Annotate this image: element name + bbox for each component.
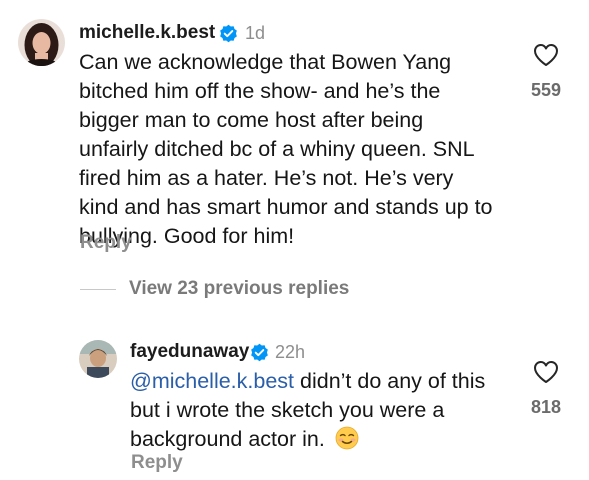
comment-line-rest: didn’t do any of this bbox=[294, 369, 486, 393]
comment-line: fired him as a hater. He’s not. He’s ver… bbox=[79, 166, 454, 190]
comment-line: bitched him off the show- and he’s the bbox=[79, 79, 441, 103]
comment-time: 1d bbox=[245, 23, 266, 43]
reply-button[interactable]: Reply bbox=[80, 232, 132, 254]
smiling-face-emoji-icon bbox=[335, 426, 359, 450]
comment-line: unfairly ditched bc of a whiny queen. SN… bbox=[79, 137, 475, 161]
comment-text: Can we acknowledge that Bowen Yang bitch… bbox=[79, 48, 493, 251]
comment-line: bullying. Good for him! bbox=[79, 224, 295, 248]
comment-line-text: background actor in. bbox=[130, 427, 325, 451]
view-previous-replies-button[interactable]: View 23 previous replies bbox=[129, 278, 349, 300]
comment-line: Can we acknowledge that Bowen Yang bbox=[79, 50, 452, 74]
comment-time: 22h bbox=[275, 342, 306, 362]
comment-line: but i wrote the sketch you were a bbox=[130, 398, 445, 422]
avatar[interactable] bbox=[79, 340, 117, 378]
replies-divider bbox=[80, 289, 116, 290]
verified-badge-icon bbox=[251, 343, 268, 362]
heart-outline-icon[interactable] bbox=[533, 43, 559, 67]
like-count: 559 bbox=[530, 80, 562, 100]
avatar[interactable] bbox=[18, 19, 65, 66]
verified-badge-icon bbox=[220, 24, 237, 43]
comment-line: @michelle.k.best didn’t do any of this bbox=[130, 367, 485, 396]
comment-text: @michelle.k.best didn’t do any of this b… bbox=[130, 367, 485, 454]
reply-button[interactable]: Reply bbox=[131, 452, 183, 474]
comment-username[interactable]: fayedunaway bbox=[130, 341, 249, 363]
comment-line: bigger man to come host after being bbox=[79, 108, 424, 132]
like-count: 818 bbox=[530, 397, 562, 417]
comment-username[interactable]: michelle.k.best bbox=[79, 22, 215, 44]
comment-line: background actor in. bbox=[130, 425, 485, 454]
heart-outline-icon[interactable] bbox=[533, 360, 559, 384]
comment-line: kind and has smart humor and stands up t… bbox=[79, 195, 493, 219]
mention-link[interactable]: @michelle.k.best bbox=[130, 369, 294, 393]
